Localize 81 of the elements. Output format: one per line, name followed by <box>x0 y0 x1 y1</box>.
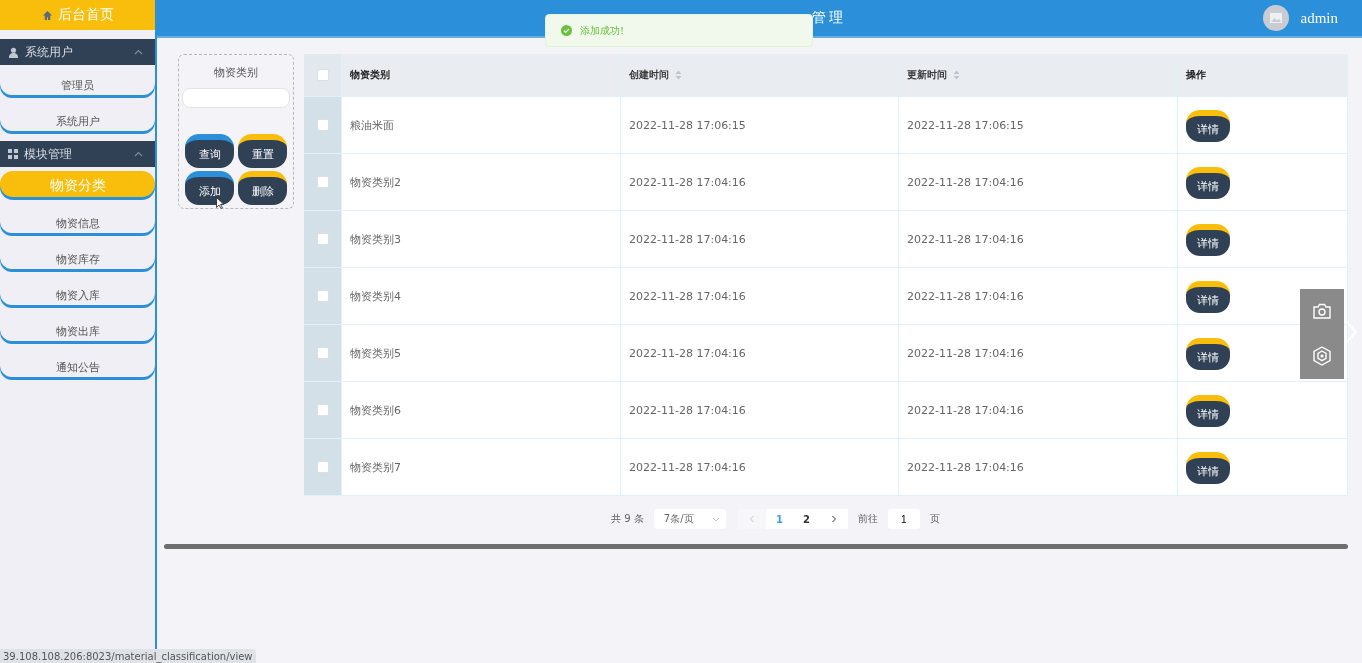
table-cell: 2022-11-28 17:04:16 <box>629 289 746 303</box>
cursor-icon <box>216 197 224 209</box>
table-cell: 2022-11-28 17:04:16 <box>629 460 746 474</box>
table-cell: 2022-11-28 17:06:15 <box>629 118 746 132</box>
toast-message: 添加成功! <box>580 23 625 38</box>
chevron-icon <box>134 49 143 55</box>
table-cell: 2022-11-28 17:06:15 <box>907 118 1024 132</box>
table-cell: 物资类别4 <box>350 288 401 304</box>
action-button[interactable]: 添加 <box>185 171 234 205</box>
menu-item[interactable]: 物资信息 <box>0 207 155 233</box>
table-cell: 2022-11-28 17:04:16 <box>629 232 746 246</box>
page-size-select[interactable]: 7条/页 <box>653 509 726 529</box>
goto-label: 前往 <box>857 512 878 526</box>
checkbox[interactable] <box>316 233 329 245</box>
details-button[interactable]: 详情 <box>1186 338 1230 370</box>
table-cell: 2022-11-28 17:04:16 <box>629 346 746 360</box>
checkbox[interactable] <box>316 119 329 131</box>
menu-item[interactable]: 物资出库 <box>0 315 155 341</box>
page-unit-label: 页 <box>929 512 940 526</box>
menu-item[interactable]: 物资库存 <box>0 243 155 269</box>
checkbox[interactable] <box>316 290 329 302</box>
details-button[interactable]: 详情 <box>1186 224 1230 256</box>
hexagon-icon[interactable] <box>1313 345 1331 366</box>
checkbox[interactable] <box>316 404 329 416</box>
menu-item[interactable]: 通知公告 <box>0 351 155 377</box>
previous-page-icon[interactable] <box>737 509 766 529</box>
table-cell: 2022-11-28 17:04:16 <box>907 346 1024 360</box>
avatar-icon[interactable] <box>1262 5 1289 31</box>
table-cell: 粮油米面 <box>350 117 394 133</box>
table-cell: 2022-11-28 17:04:16 <box>907 460 1024 474</box>
menu-item[interactable]: 系统用户 <box>0 105 155 131</box>
table-cell: 2022-11-28 17:04:16 <box>907 175 1024 189</box>
app-title: 管理 <box>812 9 847 27</box>
menu-group-header[interactable]: 模块管理 <box>0 141 155 167</box>
menu-item[interactable]: 管理员 <box>0 69 155 95</box>
checkbox[interactable] <box>316 347 329 359</box>
chevron-right-icon[interactable] <box>1344 320 1358 344</box>
details-button[interactable]: 详情 <box>1186 395 1230 427</box>
table-cell: 物资类别7 <box>350 459 401 475</box>
column-header: 创建时间 <box>629 68 669 82</box>
column-header: 更新时间 <box>907 68 947 82</box>
input-field[interactable] <box>182 88 290 108</box>
column-header: 操作 <box>1186 68 1206 82</box>
action-button[interactable]: 查询 <box>185 134 234 168</box>
checkbox[interactable] <box>316 69 329 81</box>
table-cell: 2022-11-28 17:04:16 <box>629 175 746 189</box>
page-number[interactable]: 2 <box>792 509 820 529</box>
table-cell: 2022-11-28 17:04:16 <box>907 289 1024 303</box>
checkbox[interactable] <box>316 461 329 473</box>
menu-item[interactable]: 物资入库 <box>0 279 155 305</box>
table-cell: 物资类别6 <box>350 402 401 418</box>
home-icon <box>41 9 53 21</box>
menu-group-header[interactable]: 系统用户 <box>0 39 155 65</box>
field-label: 物资类别 <box>214 65 258 80</box>
check-circle-icon <box>561 25 572 36</box>
user-icon <box>8 46 19 58</box>
action-button[interactable]: 重置 <box>238 134 287 168</box>
table-cell: 2022-11-28 17:04:16 <box>907 403 1024 417</box>
dropdown-caret-icon <box>711 516 720 522</box>
column-header: 物资类别 <box>350 68 390 82</box>
details-button[interactable]: 详情 <box>1186 452 1230 484</box>
table-cell: 物资类别5 <box>350 345 401 361</box>
table-cell: 物资类别3 <box>350 231 401 247</box>
action-button[interactable]: 删除 <box>238 171 287 205</box>
grid-icon <box>8 149 18 159</box>
sort-icon[interactable] <box>675 70 682 80</box>
details-button[interactable]: 详情 <box>1186 110 1230 142</box>
checkbox[interactable] <box>316 176 329 188</box>
details-button[interactable]: 详情 <box>1186 281 1230 313</box>
table-cell: 2022-11-28 17:04:16 <box>629 403 746 417</box>
table-cell: 2022-11-28 17:04:16 <box>907 232 1024 246</box>
total-count: 共 9 条 <box>611 512 644 526</box>
chevron-icon <box>134 151 143 157</box>
sort-icon[interactable] <box>953 70 960 80</box>
page-input[interactable]: 1 <box>887 509 920 529</box>
details-button[interactable]: 详情 <box>1186 167 1230 199</box>
scrollbar[interactable] <box>164 544 1348 549</box>
status-url: 39.108.108.206:8023/material_classification/view <box>0 649 256 663</box>
table-cell: 物资类别2 <box>350 174 401 190</box>
next-page-icon[interactable] <box>819 509 848 529</box>
camera-icon[interactable] <box>1313 302 1331 319</box>
